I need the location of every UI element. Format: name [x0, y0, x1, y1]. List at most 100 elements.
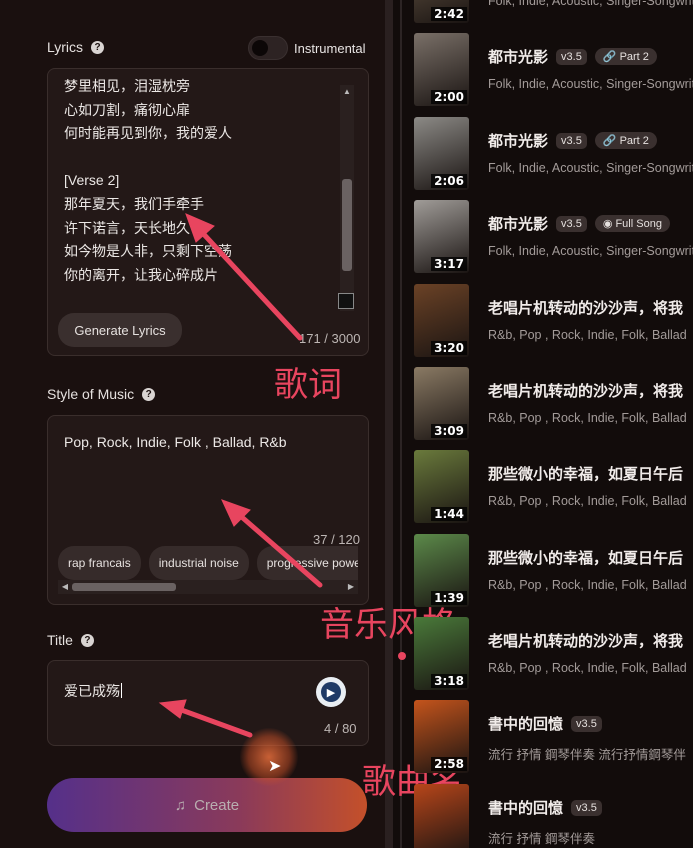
resize-handle-icon[interactable] [338, 293, 354, 309]
song-duration: 3:20 [431, 341, 467, 355]
song-tags: R&b, Pop , Rock, Indie, Folk, Ballad [488, 328, 687, 342]
help-icon[interactable]: ? [80, 633, 94, 647]
song-cover-thumbnail[interactable]: 3:18 [414, 617, 469, 690]
song-title[interactable]: 老唱片机转动的沙沙声，将我 [488, 630, 683, 651]
song-duration: 2:06 [431, 174, 467, 188]
help-icon[interactable]: ? [142, 387, 156, 401]
song-title-text: 書中的回憶 [488, 800, 564, 817]
help-icon[interactable]: ? [91, 40, 105, 54]
scroll-up-icon[interactable]: ▲ [340, 85, 354, 99]
song-title[interactable]: 老唱片机转动的沙沙声，将我 [488, 380, 683, 401]
create-button[interactable]: ♫ Create [47, 778, 367, 832]
style-content[interactable]: Pop, Rock, Indie, Folk , Ballad, R&b [64, 434, 287, 450]
song-title[interactable]: 都市光影 v3.5 🔗 Part 2 [488, 46, 657, 67]
song-row[interactable]: 2:06 都市光影 v3.5 🔗 Part 2 Folk, Indie, Acousti… [414, 117, 693, 195]
song-row[interactable]: 2:42 Folk, Indie, Acoustic, Singer-Songwr… [414, 0, 693, 28]
title-input[interactable]: 爱已成殇 ▶ 4 / 80 [47, 660, 369, 746]
text-caret [121, 683, 122, 698]
title-value-wrap[interactable]: 爱已成殇 [64, 681, 122, 701]
song-tags: R&b, Pop , Rock, Indie, Folk, Ballad [488, 494, 687, 508]
instrumental-toggle-group: Instrumental [248, 36, 366, 60]
chip-scrollbar[interactable]: ◀ ▶ [58, 580, 358, 594]
style-label-text: Style of Music [47, 386, 135, 402]
song-tags: Folk, Indie, Acoustic, Singer-Songwriter [488, 0, 693, 8]
song-title[interactable]: 書中的回憶 v3.5 [488, 797, 602, 818]
song-cover-thumbnail[interactable] [414, 784, 469, 848]
song-cover-thumbnail[interactable]: 2:58 [414, 700, 469, 773]
song-tags: Folk, Indie, Acoustic, Singer-Songwriter [488, 244, 693, 258]
part-badge[interactable]: 🔗 Part 2 [594, 48, 657, 65]
song-row[interactable]: 3:20 老唱片机转动的沙沙声，将我 R&b, Pop , Rock, Indie,… [414, 284, 693, 362]
song-row[interactable]: 2:00 都市光影 v3.5 🔗 Part 2 Folk, Indie, Acousti… [414, 33, 693, 111]
song-duration: 2:42 [431, 7, 467, 21]
instrumental-label: Instrumental [294, 40, 366, 56]
version-badge: v3.5 [556, 215, 587, 232]
song-title[interactable]: 那些微小的幸福，如夏日午后 [488, 463, 683, 484]
scrollbar-thumb[interactable] [72, 583, 176, 591]
title-label: Title ? [47, 632, 94, 648]
song-tags: 流行 抒情 鋼琴伴奏 流行抒情鋼琴伴 [488, 748, 686, 762]
song-title-text: 都市光影 [488, 49, 549, 66]
scroll-right-icon[interactable]: ▶ [344, 580, 358, 594]
song-cover-thumbnail[interactable]: 1:44 [414, 450, 469, 523]
song-cover-thumbnail[interactable]: 2:00 [414, 33, 469, 106]
song-row[interactable]: 1:44 那些微小的幸福，如夏日午后 R&b, Pop , Rock, Indie,… [414, 450, 693, 528]
song-row[interactable]: 3:17 都市光影 v3.5 ◉ Full Song Folk, Indie, Acou… [414, 200, 693, 278]
create-button-label: Create [194, 796, 240, 814]
song-title-text: 老唱片机转动的沙沙声，将我 [488, 633, 684, 650]
style-chip[interactable]: rap francais [58, 546, 141, 580]
style-textarea[interactable]: Pop, Rock, Indie, Folk , Ballad, R&b 37 … [47, 415, 369, 605]
song-title[interactable]: 都市光影 v3.5 🔗 Part 2 [488, 130, 657, 151]
song-title[interactable]: 那些微小的幸福，如夏日午后 [488, 547, 683, 568]
part-badge[interactable]: 🔗 Part 2 [594, 132, 657, 149]
song-cover-thumbnail[interactable]: 2:06 [414, 117, 469, 190]
scrollbar-thumb[interactable] [342, 179, 352, 271]
song-tags: R&b, Pop , Rock, Indie, Folk, Ballad [488, 578, 687, 592]
song-row[interactable]: 書中的回憶 v3.5 流行 抒情 鋼琴伴奏 [414, 784, 693, 848]
song-duration: 2:00 [431, 90, 467, 104]
song-cover-thumbnail[interactable]: 3:20 [414, 284, 469, 357]
song-row[interactable]: 1:39 那些微小的幸福，如夏日午后 R&b, Pop , Rock, Indie,… [414, 534, 693, 612]
song-row[interactable]: 3:18 老唱片机转动的沙沙声，将我 R&b, Pop , Rock, Indie,… [414, 617, 693, 695]
lyrics-scrollbar[interactable]: ▲ ▼ [340, 85, 354, 311]
lyrics-content[interactable]: 梦里相见，泪湿枕旁 心如刀割，痛彻心扉 何时能再见到你，我的爱人 [Verse … [64, 75, 334, 287]
list-scroll-track [400, 0, 402, 848]
style-chip[interactable]: progressive power [256, 546, 358, 580]
part-badge[interactable]: ◉ Full Song [594, 215, 670, 232]
song-tags: R&b, Pop , Rock, Indie, Folk, Ballad [488, 661, 687, 675]
title-label-text: Title [47, 632, 73, 648]
song-row[interactable]: 2:58 書中的回憶 v3.5 流行 抒情 鋼琴伴奏 流行抒情鋼琴伴 [414, 700, 693, 778]
song-cover-thumbnail[interactable]: 1:39 [414, 534, 469, 607]
song-duration: 1:39 [431, 591, 467, 605]
scroll-left-icon[interactable]: ◀ [58, 580, 72, 594]
song-title-text: 那些微小的幸福，如夏日午后 [488, 466, 684, 483]
version-badge: v3.5 [556, 48, 587, 65]
toggle-knob [252, 40, 268, 56]
song-cover-thumbnail[interactable]: 2:42 [414, 0, 469, 23]
song-row[interactable]: 3:09 老唱片机转动的沙沙声，将我 R&b, Pop , Rock, Indie,… [414, 367, 693, 445]
style-label: Style of Music ? [47, 386, 156, 402]
extension-icon[interactable]: ▶ [316, 677, 346, 707]
song-duration: 3:17 [431, 257, 467, 271]
song-cover-thumbnail[interactable]: 3:17 [414, 200, 469, 273]
lyrics-annotation: 歌词 [274, 365, 342, 405]
style-counter: 37 / 120 [313, 532, 360, 547]
panel-divider[interactable] [385, 0, 393, 848]
song-duration: 3:18 [431, 674, 467, 688]
song-tags: Folk, Indie, Acoustic, Singer-Songwriter [488, 77, 693, 91]
song-duration: 2:58 [431, 757, 467, 771]
lyrics-label-text: Lyrics [47, 39, 84, 55]
song-title[interactable]: 書中的回憶 v3.5 [488, 713, 602, 734]
lyrics-label: Lyrics ? [47, 39, 105, 55]
song-title[interactable]: 都市光影 v3.5 ◉ Full Song [488, 213, 670, 234]
play-logo-icon: ▶ [321, 682, 341, 702]
song-cover-thumbnail[interactable]: 3:09 [414, 367, 469, 440]
title-value: 爱已成殇 [64, 683, 120, 699]
generate-lyrics-button[interactable]: Generate Lyrics [58, 313, 182, 347]
style-chip[interactable]: industrial noise [148, 546, 249, 580]
lyrics-textarea[interactable]: 梦里相见，泪湿枕旁 心如刀割，痛彻心扉 何时能再见到你，我的爱人 [Verse … [47, 68, 369, 356]
instrumental-toggle[interactable] [248, 36, 288, 60]
version-badge: v3.5 [571, 715, 602, 732]
song-title[interactable]: 老唱片机转动的沙沙声，将我 [488, 297, 683, 318]
song-title-text: 書中的回憶 [488, 716, 564, 733]
